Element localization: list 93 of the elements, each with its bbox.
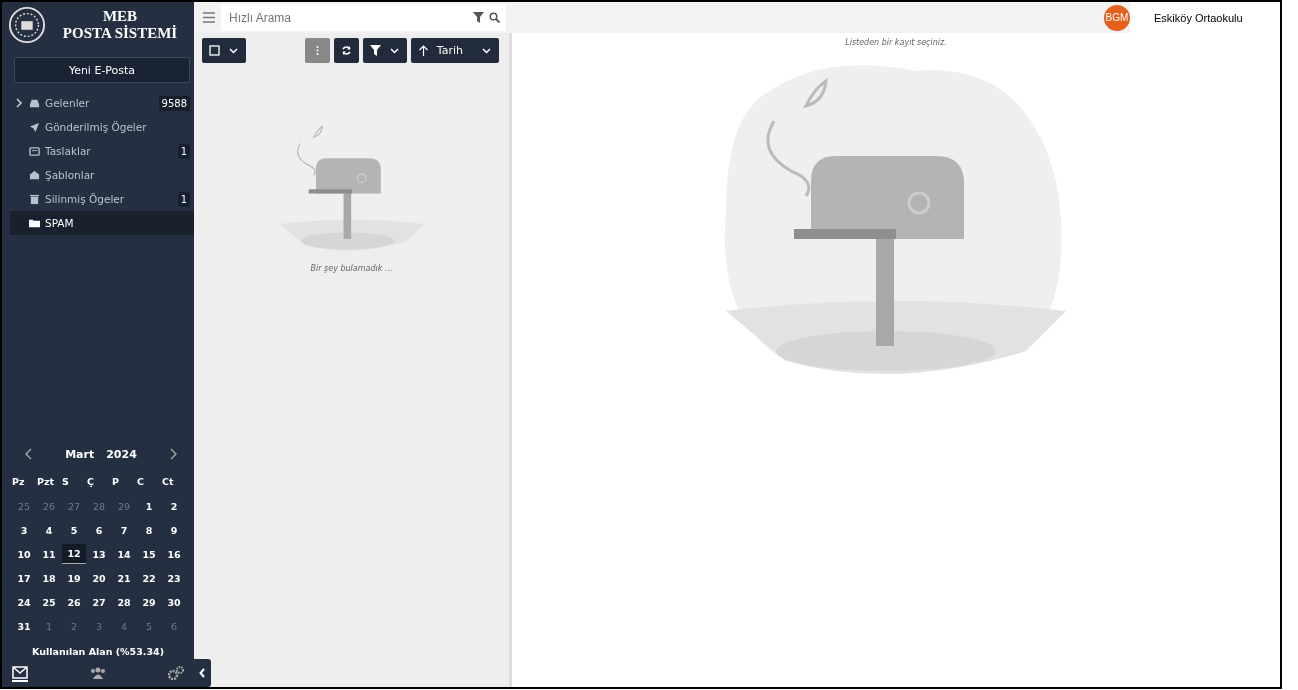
chevron-left-icon (199, 668, 206, 678)
envelope-icon (29, 145, 40, 157)
trash-icon (29, 193, 40, 205)
calendar-year: 2024 (106, 447, 137, 461)
calendar-day[interactable]: 17 (12, 568, 36, 588)
calendar-day[interactable]: 5 (62, 520, 86, 540)
folder-item[interactable]: Gelenler 9588 (2, 91, 194, 115)
calendar-day[interactable]: 9 (162, 520, 186, 540)
folder-label: SPAM (45, 217, 75, 229)
folder-item[interactable]: Gönderilmiş Ögeler (2, 115, 194, 139)
filter-icon[interactable] (473, 12, 484, 23)
folder-label: Gelenler (45, 97, 91, 109)
inbox-icon (29, 97, 40, 109)
people-icon[interactable] (90, 666, 106, 680)
gears-icon[interactable] (168, 666, 184, 680)
calendar-day[interactable]: 19 (62, 568, 86, 588)
search-input[interactable]: Hızlı Arama (227, 9, 468, 26)
arrow-up-icon (417, 45, 429, 56)
calendar-day[interactable]: 23 (162, 568, 186, 588)
calendar-day[interactable]: 13 (87, 544, 111, 564)
count-badge: 1 (177, 143, 190, 159)
caret-icon (228, 45, 239, 56)
caret-icon (388, 45, 400, 56)
sort-button[interactable]: Tarih (410, 38, 499, 63)
calendar-day[interactable]: 6 (87, 520, 111, 540)
calendar-day[interactable]: 1 (137, 496, 161, 516)
refresh-button[interactable] (333, 38, 359, 63)
calendar-day[interactable]: 4 (37, 520, 61, 540)
open-envelope-icon (29, 169, 40, 181)
paper-plane-icon (29, 121, 40, 133)
weekday-label: Pz (12, 476, 26, 489)
search-icon[interactable] (489, 12, 500, 23)
calendar-day[interactable]: 21 (112, 568, 136, 588)
calendar-day[interactable]: 29 (137, 592, 161, 612)
weekday-label: C (137, 476, 145, 489)
folder-item[interactable]: SPAM (10, 211, 194, 235)
select-record-hint: Listeden bir kayıt seçiniz. (845, 38, 947, 47)
folder-item[interactable]: Taslaklar 1 (2, 139, 194, 163)
filter-icon (369, 45, 381, 56)
calendar-day[interactable]: 28 (112, 592, 136, 612)
count-badge: 9588 (158, 95, 190, 111)
calendar-day[interactable]: 25 (37, 592, 61, 612)
refresh-icon (340, 45, 352, 56)
new-email-button[interactable]: Yeni E-Posta (14, 57, 190, 83)
calendar-day[interactable]: 22 (137, 568, 161, 588)
select-dropdown-button[interactable] (202, 38, 246, 63)
storage-usage: Kullanılan Alan (%53.34) (31, 646, 165, 657)
calendar-day[interactable]: 16 (162, 544, 186, 564)
folder-label: Gönderilmiş Ögeler (45, 121, 148, 133)
brand-title: MEB POSTA SİSTEMİ (61, 8, 179, 42)
calendar-day[interactable]: 31 (12, 616, 36, 636)
weekday-label: S (62, 476, 70, 489)
calendar-day[interactable]: 24 (12, 592, 36, 612)
calendar-day[interactable]: 26 (62, 592, 86, 612)
collapse-button[interactable] (194, 659, 211, 687)
user-avatar[interactable]: BGM (1104, 4, 1130, 31)
folder-item[interactable]: Silinmiş Ögeler 1 (2, 187, 194, 211)
folder-icon (29, 217, 40, 229)
calendar-day[interactable]: 14 (112, 544, 136, 564)
chevron-right-icon[interactable] (14, 98, 24, 108)
search-field[interactable]: Hızlı Arama (221, 4, 506, 31)
empty-list-message: Bir şey bulamadık ... (310, 264, 393, 273)
menu-icon[interactable] (203, 12, 215, 23)
calendar-day[interactable]: 3 (12, 520, 36, 540)
calendar-day[interactable]: 18 (37, 568, 61, 588)
weekday-label: Ç (87, 476, 95, 489)
organization-name: Eskiköy Ortaokulu (1130, 2, 1280, 33)
calendar-day[interactable]: 27 (87, 592, 111, 612)
seal-logo-icon (8, 6, 46, 44)
caret-icon (481, 45, 492, 56)
calendar-day[interactable]: 30 (162, 592, 186, 612)
calendar-day[interactable]: 10 (12, 544, 36, 564)
folder-label: Şablonlar (45, 169, 96, 181)
calendar-day[interactable]: 20 (87, 568, 111, 588)
count-badge: 1 (177, 191, 190, 207)
weekday-label: Ct (162, 476, 175, 489)
folder-label: Taslaklar (45, 145, 92, 157)
chevron-right-icon[interactable] (169, 448, 178, 460)
filter-dropdown-button[interactable] (362, 38, 407, 63)
calendar-day[interactable]: 7 (112, 520, 136, 540)
calendar-day[interactable]: 2 (162, 496, 186, 516)
envelope-icon[interactable] (12, 664, 28, 682)
folder-label: Silinmiş Ögeler (45, 193, 126, 205)
weekday-label: P (112, 476, 120, 489)
calendar-day[interactable]: 12 (62, 544, 86, 564)
calendar-day[interactable]: 8 (137, 520, 161, 540)
folder-item[interactable]: Şablonlar (2, 163, 194, 187)
calendar-day[interactable]: 11 (37, 544, 61, 564)
weekday-label: Pzt (37, 476, 56, 489)
calendar-month: Mart (65, 447, 95, 461)
chevron-left-icon[interactable] (24, 448, 33, 460)
calendar-day[interactable]: 15 (137, 544, 161, 564)
checkbox-icon (209, 45, 220, 56)
